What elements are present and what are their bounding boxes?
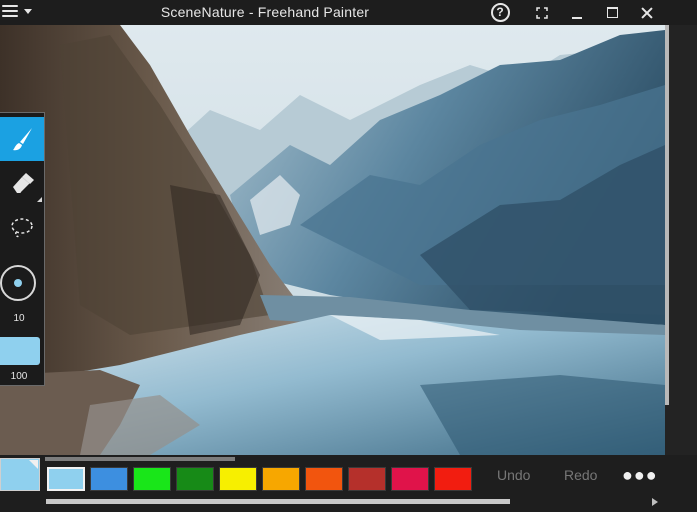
color-swatch[interactable] — [90, 467, 128, 491]
opacity-value: 100 — [10, 371, 28, 382]
question-circle-icon: ? — [490, 3, 510, 22]
color-swatch[interactable] — [305, 467, 343, 491]
bottom-toolbar: Undo Redo ●●● — [0, 455, 697, 512]
close-icon — [641, 7, 653, 19]
palette-scroll-indicator — [45, 457, 235, 461]
close-button[interactable] — [630, 0, 664, 25]
size-dial-icon — [0, 265, 36, 301]
paintbrush-icon — [13, 128, 32, 151]
landscape-painting — [0, 25, 665, 455]
maximize-icon — [606, 7, 618, 18]
color-swatch[interactable] — [47, 467, 85, 491]
color-swatch[interactable] — [391, 467, 429, 491]
scroll-right-arrow-icon[interactable] — [652, 498, 658, 506]
tool-panel: 10 100 — [0, 112, 45, 386]
lasso-select-icon — [11, 218, 33, 238]
painting-canvas[interactable] — [0, 25, 665, 455]
redo-button[interactable]: Redo — [564, 467, 597, 483]
opacity-control[interactable] — [0, 337, 40, 365]
maximize-button[interactable] — [595, 0, 629, 25]
color-swatch[interactable] — [348, 467, 386, 491]
minimize-button[interactable] — [560, 0, 594, 25]
brush-tool-button[interactable] — [0, 117, 44, 161]
eraser-tool-button[interactable] — [0, 161, 44, 205]
color-swatch[interactable] — [176, 467, 214, 491]
color-swatch[interactable] — [219, 467, 257, 491]
title-bar: SceneNature - Freehand Painter ? — [0, 0, 697, 25]
eraser-icon — [13, 173, 34, 194]
current-color-swatch[interactable] — [0, 458, 40, 491]
vertical-scrollbar-thumb[interactable] — [665, 25, 669, 405]
fullscreen-button[interactable] — [525, 0, 559, 25]
color-picker-corner-icon — [29, 460, 38, 469]
lasso-tool-button[interactable] — [0, 205, 44, 249]
horizontal-scrollbar-thumb[interactable] — [46, 499, 510, 504]
brush-size-value: 10 — [13, 313, 25, 324]
minimize-icon — [572, 16, 582, 19]
window-title: SceneNature - Freehand Painter — [160, 4, 370, 20]
color-swatch[interactable] — [262, 467, 300, 491]
horizontal-scrollbar[interactable] — [0, 497, 697, 507]
brush-size-dial[interactable] — [0, 263, 40, 303]
color-swatch[interactable] — [434, 467, 472, 491]
undo-button[interactable]: Undo — [497, 467, 530, 483]
help-button[interactable]: ? — [483, 0, 517, 25]
submenu-arrow-icon — [37, 197, 42, 202]
more-options-button[interactable]: ●●● — [622, 465, 658, 486]
color-swatch[interactable] — [133, 467, 171, 491]
fullscreen-icon — [536, 6, 548, 19]
vertical-scrollbar[interactable] — [665, 25, 697, 455]
